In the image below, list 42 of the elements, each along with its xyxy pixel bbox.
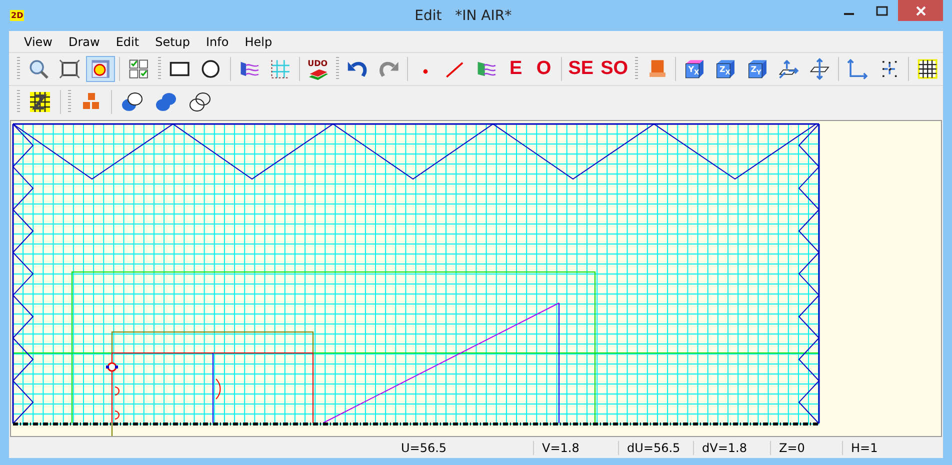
circle-icon [200, 57, 222, 81]
dot-icon [422, 68, 428, 74]
toolbar-button[interactable]: UDO [304, 56, 332, 82]
magnifier-icon [28, 57, 49, 81]
cube-icon [715, 57, 737, 81]
grid-icon [916, 57, 938, 81]
ellipses-icon [120, 90, 144, 114]
menu-item[interactable]: Setup [147, 34, 198, 48]
status-field: U=56.5 [393, 440, 533, 454]
toolbar-button[interactable]: E [502, 56, 529, 82]
toolbar-button[interactable]: SE [566, 56, 596, 82]
status-field: dU=56.5 [618, 440, 693, 454]
menu-item[interactable]: Edit [108, 34, 148, 48]
highlight-icon [90, 57, 112, 81]
grid-icon [28, 90, 52, 114]
plane-arrows-icon [809, 57, 830, 81]
toolbar-button[interactable]: SO [598, 56, 630, 82]
minimize-icon [844, 12, 854, 14]
fit-frame-icon [58, 57, 80, 81]
cube-icon [684, 57, 706, 81]
maximize-icon [876, 6, 888, 16]
books-icon [306, 68, 329, 80]
grid-icon [270, 57, 291, 81]
menu-item[interactable]: Draw [60, 34, 108, 48]
close-icon [916, 6, 926, 16]
app-logo: 2D [10, 10, 24, 21]
status-field: V=1.8 [533, 440, 618, 454]
status-field: dV=1.8 [693, 440, 770, 454]
toolbar-button[interactable]: O [530, 56, 557, 82]
ellipses-icon [188, 90, 212, 114]
cube-icon [746, 57, 768, 81]
status-field: Z=0 [770, 440, 842, 454]
status-field: H=1 [842, 440, 917, 454]
close-button[interactable] [898, 0, 943, 21]
menu-item[interactable]: Info [198, 34, 237, 48]
axes-icon [847, 57, 869, 81]
menu-item[interactable]: View [16, 34, 60, 48]
ellipses-icon [154, 90, 178, 114]
window-title: Edit *IN AIR* [414, 8, 512, 24]
checklist-icon [128, 57, 150, 81]
menu-item[interactable]: Help [236, 34, 280, 48]
plane-arrows-icon [778, 57, 800, 81]
